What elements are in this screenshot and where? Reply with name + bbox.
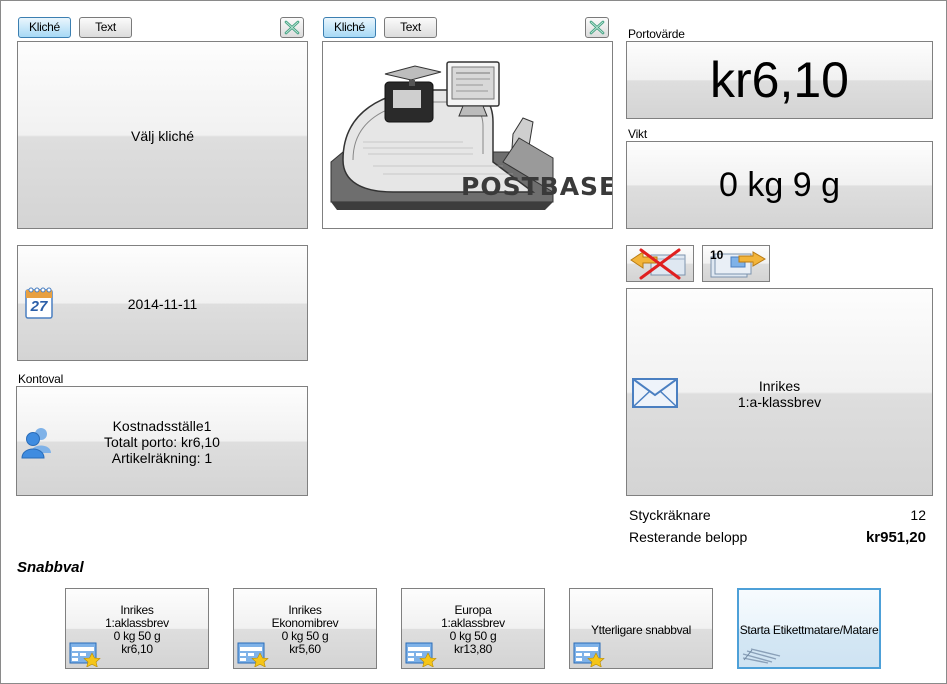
postage-label: Portovärde	[628, 27, 685, 41]
quick-select-button-3[interactable]: Europa 1:aklassbrev 0 kg 50 g kr13,80	[401, 588, 545, 669]
kliche-select-label: Välj kliché	[130, 128, 195, 144]
clear-kliche-left-button[interactable]	[280, 17, 304, 38]
account-button[interactable]: Kostnadsställe1 Totalt porto: kr6,10 Art…	[16, 386, 308, 496]
kliche-image-panel[interactable]: POSTBASE	[322, 41, 613, 229]
clear-batch-button[interactable]	[626, 245, 694, 282]
clear-icon	[284, 20, 300, 35]
clear-kliche-middle-button[interactable]	[585, 17, 609, 38]
account-item-count: Artikelräkning: 1	[111, 450, 213, 466]
start-label-feeder-label: Starta Etikettmatare/Matare	[739, 623, 879, 637]
more-quick-selections-label: Ytterligare snabbval	[590, 623, 692, 637]
postage-value-display[interactable]: kr6,10	[626, 41, 933, 119]
batch-count-button[interactable]: 10	[702, 245, 770, 282]
weight-display[interactable]: 0 kg 9 g	[626, 141, 933, 229]
favorite-card-icon	[237, 642, 269, 667]
tab-text-left[interactable]: Text	[79, 17, 132, 38]
tab-kliche-left[interactable]: Kliché	[18, 17, 71, 38]
product-line-2: 1:a-klassbrev	[737, 394, 822, 410]
product-button[interactable]: Inrikes 1:a-klassbrev	[626, 288, 933, 496]
account-name: Kostnadsställe1	[112, 418, 212, 434]
quick-select-button-2[interactable]: Inrikes Ekonomibrev 0 kg 50 g kr5,60	[233, 588, 377, 669]
batch-count: 10	[710, 248, 724, 262]
more-quick-selections-button[interactable]: Ytterligare snabbval	[569, 588, 713, 669]
remaining-amount-value: kr951,20	[865, 529, 926, 546]
favorite-card-icon	[69, 642, 101, 667]
tab-kliche-middle[interactable]: Kliché	[323, 17, 376, 38]
postbase-brand-text: POSTBASE	[461, 172, 613, 201]
piece-counter-label: Styckräknare	[629, 507, 711, 523]
remaining-amount-label: Resterande belopp	[629, 529, 748, 545]
cancel-envelope-icon	[630, 248, 686, 280]
kliche-select-button[interactable]: Välj kliché	[17, 41, 308, 229]
clear-icon	[589, 20, 605, 35]
quick-select-title: Snabbval	[17, 559, 84, 576]
weight-label: Vikt	[628, 127, 647, 141]
start-label-feeder-button[interactable]: Starta Etikettmatare/Matare	[737, 588, 881, 669]
postage-value: kr6,10	[710, 52, 849, 108]
product-line-1: Inrikes	[758, 378, 801, 394]
weight-value: 0 kg 9 g	[719, 166, 840, 204]
favorite-card-icon	[573, 642, 605, 667]
tab-text-middle[interactable]: Text	[384, 17, 437, 38]
piece-counter-value: 12	[910, 507, 926, 523]
account-total: Totalt porto: kr6,10	[104, 434, 220, 450]
quick-select-button-1[interactable]: Inrikes 1:aklassbrev 0 kg 50 g kr6,10	[65, 588, 209, 669]
date-value: 2014-11-11	[127, 296, 198, 312]
favorite-card-icon	[405, 642, 437, 667]
account-label: Kontoval	[18, 372, 64, 386]
feeder-icon	[742, 648, 781, 664]
date-button[interactable]: 27 2014-11-11	[17, 245, 308, 361]
